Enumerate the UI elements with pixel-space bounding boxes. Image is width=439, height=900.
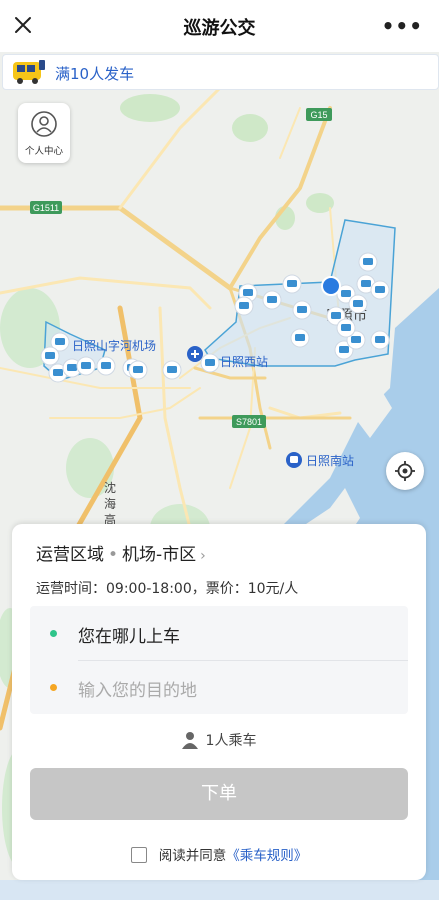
pickup-dot-icon [50,630,57,637]
order-panel: 运营区域 • 机场-市区 › 运营时间：09:00-18:00，票价：10元/人 您在… [12,524,426,880]
agreement-row: 阅读并同意《乘车规则》 [12,844,426,864]
bus-stop-marker[interactable] [290,328,310,348]
bus-stop-marker[interactable] [282,274,302,294]
bus-stop-marker[interactable] [200,353,220,373]
bus-stop-marker[interactable] [96,356,116,376]
bus-stop-marker[interactable] [348,294,368,314]
personal-center-label: 个人中心 [24,146,63,157]
pickup-field[interactable]: 您在哪儿上车 [30,606,408,660]
more-options-icon[interactable]: ••• [382,14,423,38]
person-icon [181,732,198,749]
banner-text: 满10人发车 [55,65,135,83]
chevron-right-icon: › [200,548,206,564]
notice-banner: 满10人发车 [2,54,439,90]
bus-stop-marker[interactable] [162,360,182,380]
personal-center-button[interactable]: 个人中心 [18,103,70,163]
locate-icon [395,461,415,481]
page-title: 巡游公交 [183,18,256,39]
train-station-icon [286,452,302,468]
destination-field[interactable]: 输入您的目的地 [30,660,408,714]
road-label-g1511: G1511 [33,203,59,213]
bus-icon [13,60,45,84]
bus-stop-marker[interactable] [370,280,390,300]
bus-stop-marker[interactable] [262,290,282,310]
region-label: 运营区域 [36,545,104,565]
bottom-strip [0,880,439,900]
place-west-station: 日照西站 [220,355,268,369]
bus-stop-marker[interactable] [128,360,148,380]
bus-stop-marker[interactable] [40,346,60,366]
place-order-button[interactable]: 下单 [30,768,408,820]
place-south-station: 日照南站 [306,453,354,468]
passenger-count[interactable]: 1人乘车 [12,730,426,750]
rules-link[interactable]: 《乘车规则》 [226,848,307,864]
current-location-marker [321,276,341,296]
operating-region[interactable]: 运营区域 • 机场-市区 › [36,540,206,565]
destination-text: 输入您的目的地 [78,681,197,701]
agree-checkbox[interactable] [130,847,147,863]
road-label-s7801: S7801 [236,417,262,427]
user-icon [31,111,57,137]
bus-stop-marker[interactable] [336,318,356,338]
pickup-text: 您在哪儿上车 [78,627,180,647]
trip-inputs: 您在哪儿上车 输入您的目的地 [30,606,408,714]
destination-dot-icon [50,684,57,691]
road-label-g15: G15 [310,110,327,120]
passenger-label: 1人乘车 [205,733,257,749]
agree-text: 阅读并同意 [158,848,227,864]
top-bar: 巡游公交 ••• [0,0,439,52]
locate-button[interactable] [386,452,424,490]
river-label-1: 沈 [104,480,116,495]
region-value: 机场-市区 [122,545,197,565]
bus-stop-marker[interactable] [292,300,312,320]
bus-stop-marker[interactable] [370,330,390,350]
airport-icon [187,346,203,362]
bus-stop-marker[interactable] [358,252,378,272]
river-label-2: 海 [104,496,116,511]
hours-and-fare: 运营时间：09:00-18:00，票价：10元/人 [36,581,299,597]
place-airport: 日照山字河机场 [72,338,156,353]
bus-stop-marker[interactable] [234,296,254,316]
bus-stop-marker[interactable] [76,356,96,376]
